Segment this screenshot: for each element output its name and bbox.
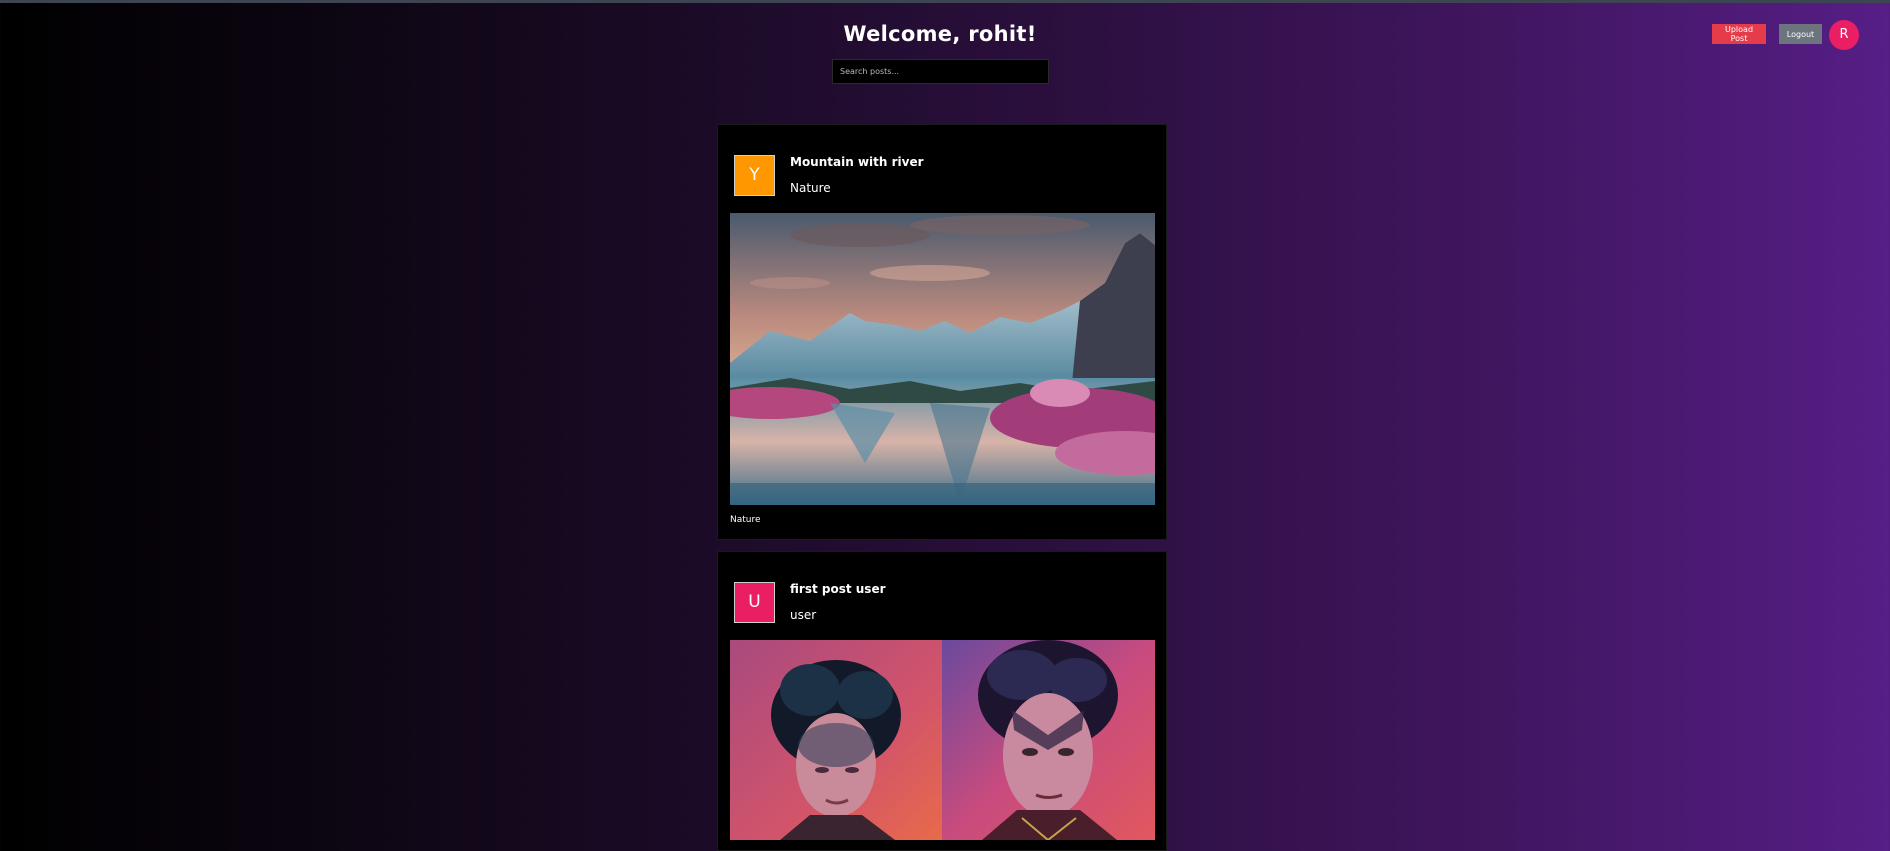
post-category: Nature bbox=[790, 181, 831, 195]
post-title: first post user bbox=[790, 582, 886, 596]
post-card: Y Mountain with river Nature Nature bbox=[717, 124, 1167, 540]
post-image[interactable] bbox=[730, 213, 1155, 505]
post-author-avatar: Y bbox=[734, 155, 775, 196]
search-input[interactable] bbox=[832, 59, 1049, 84]
portrait-woman-image bbox=[730, 640, 942, 840]
portrait-man-image bbox=[942, 640, 1155, 840]
post-author-avatar: U bbox=[734, 582, 775, 623]
welcome-heading: Welcome, rohit! bbox=[843, 22, 1037, 46]
upload-post-button[interactable]: Upload Post bbox=[1712, 24, 1766, 44]
user-avatar[interactable]: R bbox=[1829, 20, 1859, 50]
post-category: user bbox=[790, 608, 817, 622]
top-border bbox=[0, 0, 1890, 3]
post-caption: Nature bbox=[730, 515, 761, 525]
post-card: U first post user user bbox=[717, 551, 1167, 851]
logout-button[interactable]: Logout bbox=[1779, 24, 1822, 44]
post-title: Mountain with river bbox=[790, 155, 924, 169]
mountain-lake-image bbox=[730, 213, 1155, 505]
post-image[interactable] bbox=[730, 640, 1155, 840]
